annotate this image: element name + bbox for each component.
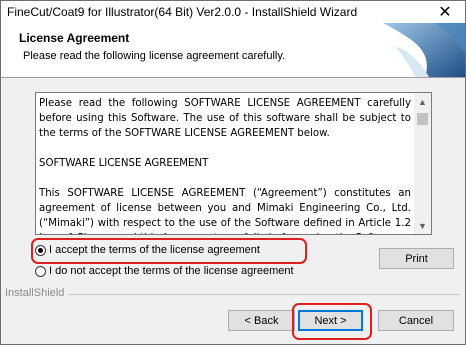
scroll-up-icon[interactable]: ▲ xyxy=(414,93,431,110)
installshield-swoosh-icon xyxy=(373,23,465,77)
page-subtitle: Please read the following license agreem… xyxy=(23,50,286,62)
footer-divider xyxy=(68,294,460,295)
decline-radio-label: I do not accept the terms of the license… xyxy=(49,265,294,277)
window-title: FineCut/Coat9 for Illustrator(64 Bit) Ve… xyxy=(7,5,358,19)
title-bar: FineCut/Coat9 for Illustrator(64 Bit) Ve… xyxy=(1,1,465,23)
next-button[interactable]: Next > xyxy=(298,310,363,331)
license-text: Please read the following SOFTWARE LICEN… xyxy=(39,96,411,234)
decline-radio[interactable]: I do not accept the terms of the license… xyxy=(35,263,294,279)
wizard-header: License Agreement Please read the follow… xyxy=(1,23,465,78)
installshield-brand: InstallShield xyxy=(5,287,65,299)
license-text-box[interactable]: Please read the following SOFTWARE LICEN… xyxy=(35,92,432,235)
radio-checked-icon xyxy=(35,244,46,256)
accept-radio[interactable]: I accept the terms of the license agreem… xyxy=(35,242,260,258)
radio-unchecked-icon xyxy=(35,265,46,277)
close-icon[interactable]: ✕ xyxy=(425,1,465,23)
scroll-thumb[interactable] xyxy=(417,113,428,125)
cancel-button[interactable]: Cancel xyxy=(378,310,454,331)
scroll-down-icon[interactable]: ▼ xyxy=(414,217,431,234)
license-paragraph: SOFTWARE LICENSE AGREEMENT xyxy=(39,158,209,169)
license-paragraph: This SOFTWARE LICENSE AGREEMENT (“Agreem… xyxy=(39,188,411,234)
license-paragraph: Please read the following SOFTWARE LICEN… xyxy=(39,98,411,139)
print-button[interactable]: Print xyxy=(379,248,454,269)
accept-radio-label: I accept the terms of the license agreem… xyxy=(49,244,260,256)
vertical-scrollbar[interactable]: ▲ ▼ xyxy=(414,93,431,234)
back-button[interactable]: < Back xyxy=(228,310,295,331)
page-title: License Agreement xyxy=(19,31,130,45)
installer-window: FineCut/Coat9 for Illustrator(64 Bit) Ve… xyxy=(0,0,466,345)
